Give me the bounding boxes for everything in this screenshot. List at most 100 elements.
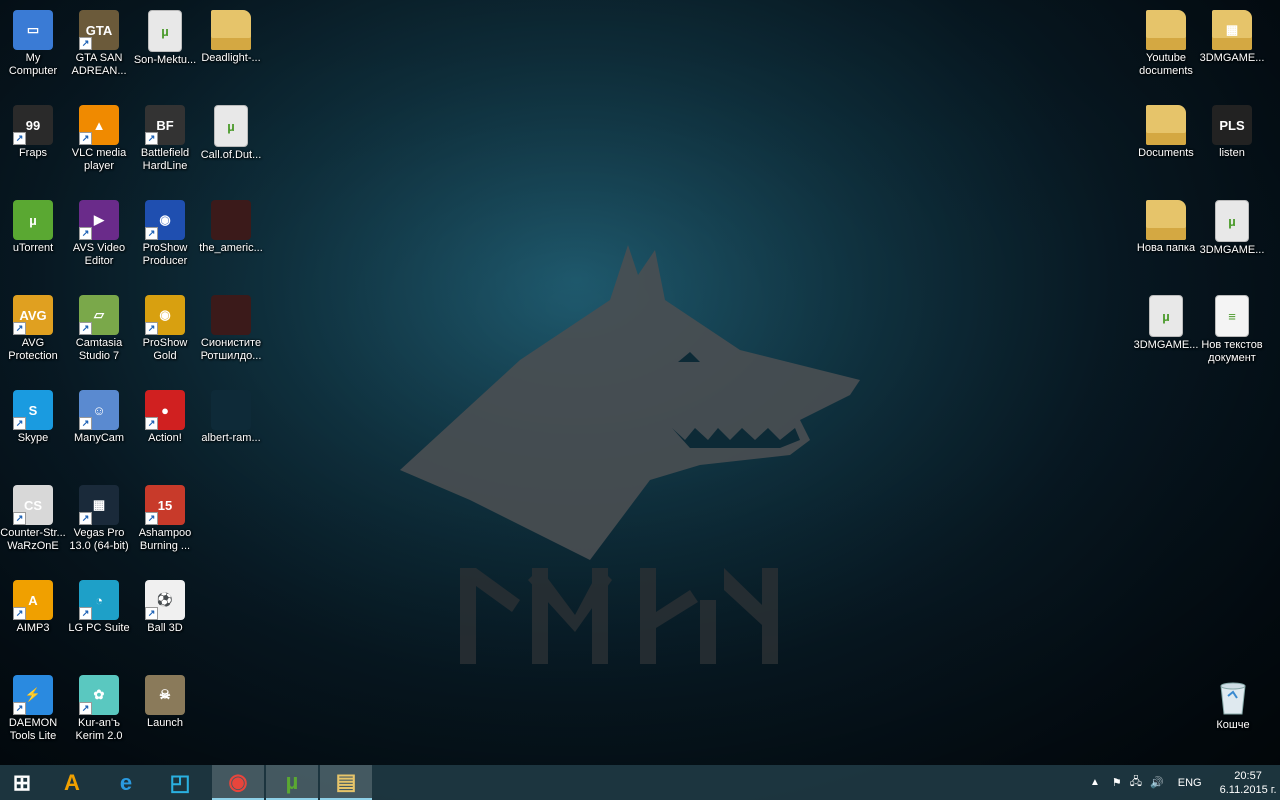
recycle-bin[interactable]: Кошче	[1200, 670, 1266, 762]
desktop-icon[interactable]: Youtube documents	[1133, 3, 1199, 95]
desktop-icon[interactable]: S ↗ Skype	[0, 383, 66, 475]
icon-glyph: GTA	[85, 22, 113, 38]
desktop-icon[interactable]: ⚡ ↗ DAEMON Tools Lite	[0, 668, 66, 760]
shortcut-arrow-icon: ↗	[13, 417, 26, 430]
shortcut-arrow-icon: ↗	[145, 512, 158, 525]
proshow-icon: ◉ ↗	[145, 200, 185, 240]
desktop-icon-label: My Computer	[8, 52, 58, 77]
chrome-icon[interactable]: ◉	[212, 765, 264, 800]
icon-glyph: ◉	[159, 307, 171, 322]
desktop-icon[interactable]: A ↗ AIMP3	[0, 573, 66, 665]
icon-glyph: µ	[29, 212, 37, 228]
desktop-icon[interactable]: ▱ ↗ Camtasia Studio 7	[66, 288, 132, 380]
icon-glyph: ⚽	[156, 592, 174, 607]
shortcut-arrow-icon: ↗	[79, 417, 92, 430]
desktop-icon-label: Ball 3D	[147, 622, 183, 634]
desktop-icon[interactable]: ▦ ↗ Vegas Pro 13.0 (64-bit)	[66, 478, 132, 570]
desktop-icon-label: listen	[1219, 147, 1245, 159]
folder-icon	[1146, 200, 1186, 240]
shortcut-arrow-icon: ↗	[13, 132, 26, 145]
icon-glyph: PLS	[1219, 117, 1245, 133]
aimp-icon: A ↗	[13, 580, 53, 620]
icon-glyph: ≡	[1228, 308, 1236, 324]
shortcut-arrow-icon: ↗	[145, 607, 158, 620]
desktop-icon-label: 3DMGAME...	[1199, 52, 1265, 64]
start-icon[interactable]: ⊞	[0, 765, 44, 800]
desktop-icon[interactable]: ▭ My Computer	[0, 3, 66, 95]
desktop-icon[interactable]: Нова папка	[1133, 193, 1199, 285]
icon-glyph: ▦	[1225, 22, 1239, 37]
desktop-icon[interactable]: µ Call.of.Dut...	[198, 98, 264, 190]
text-file-icon: ≡	[1215, 295, 1249, 337]
desktop-icon[interactable]: Documents	[1133, 98, 1199, 190]
torrent-file-icon: µ	[1149, 295, 1183, 337]
recycle-bin-icon	[1213, 677, 1253, 717]
icon-glyph: ◔	[95, 592, 103, 608]
icon-glyph: ▲	[92, 117, 106, 133]
taskbar-glyph: e	[119, 769, 133, 795]
utorrent-icon: µ	[13, 200, 53, 240]
desktop-icon[interactable]: 99 ↗ Fraps	[0, 98, 66, 190]
desktop-icon-label: Ashampoo Burning ...	[138, 527, 192, 552]
desktop-icon[interactable]: µ Son-Mektu...	[132, 3, 198, 95]
desktop-icon[interactable]: Deadlight-...	[198, 3, 264, 95]
desktop-icon[interactable]: ◔ ↗ LG PC Suite	[66, 573, 132, 665]
image-thumb-icon	[211, 295, 251, 335]
desktop-icon-label: Launch	[146, 717, 184, 729]
desktop-icon[interactable]: µ 3DMGAME...	[1133, 288, 1199, 380]
icon-glyph: µ	[161, 23, 169, 39]
aimp-taskbar-icon[interactable]: A	[46, 765, 98, 800]
image-thumb-icon	[211, 200, 251, 240]
desktop-icon[interactable]: ✿ ↗ Kur-an'ъ Kerim 2.0	[66, 668, 132, 760]
desktop-icon-label: Call.of.Dut...	[200, 149, 262, 161]
file-explorer-icon[interactable]: ▤	[320, 765, 372, 800]
desktop-icon[interactable]: albert-ram...	[198, 383, 264, 475]
desktop-icon[interactable]: ☺ ↗ ManyCam	[66, 383, 132, 475]
camtasia-icon: ▱ ↗	[79, 295, 119, 335]
desktop-icon[interactable]: GTA ↗ GTA SAN ADREAN...	[66, 3, 132, 95]
icon-glyph: ▭	[26, 22, 40, 37]
desktop-icon[interactable]: CS ↗ Counter-Str... WaRzOnE	[0, 478, 66, 570]
desktop-icon-label: Action!	[148, 432, 182, 444]
action-center-flag-icon[interactable]: ⚑	[1112, 776, 1122, 789]
desktop-icon-label: DAEMON Tools Lite	[8, 717, 58, 742]
icon-glyph: ▱	[94, 307, 104, 322]
desktop-icon[interactable]: ◉ ↗ ProShow Producer	[132, 193, 198, 285]
desktop-icon[interactable]: µ 3DMGAME...	[1199, 193, 1265, 285]
action-icon: ● ↗	[145, 390, 185, 430]
desktop-icon[interactable]: ▲ ↗ VLC media player	[66, 98, 132, 190]
network-icon[interactable]: 🖧	[1130, 773, 1142, 792]
desktop-icon[interactable]: ▶ ↗ AVS Video Editor	[66, 193, 132, 285]
desktop-icon[interactable]: 15 ↗ Ashampoo Burning ...	[132, 478, 198, 570]
desktop-icon-label: Fraps	[18, 147, 48, 159]
clock[interactable]: 20:57 6.11.2015 г.	[1220, 769, 1277, 797]
avg-icon: AVG ↗	[13, 295, 53, 335]
icon-glyph: ☠	[159, 687, 171, 702]
desktop-icon[interactable]: PLS listen	[1199, 98, 1265, 190]
desktop-icon[interactable]: ≡ Нов текстов документ	[1199, 288, 1265, 380]
desktop-icon-label: Kur-an'ъ Kerim 2.0	[75, 717, 123, 742]
icon-glyph: 99	[25, 117, 41, 133]
volume-icon[interactable]: 🔊	[1150, 776, 1164, 789]
desktop-icon[interactable]: ⚽ ↗ Ball 3D	[132, 573, 198, 665]
desktop-icon[interactable]: ☠ Launch	[132, 668, 198, 760]
vlc-icon: ▲ ↗	[79, 105, 119, 145]
internet-explorer-icon[interactable]: e	[100, 765, 152, 800]
folder-icon	[1146, 105, 1186, 145]
desktop-icon[interactable]: the_americ...	[198, 193, 264, 285]
desktop-icon[interactable]: ▦ 3DMGAME...	[1199, 3, 1265, 95]
desktop-icon[interactable]: BF ↗ Battlefield HardLine	[132, 98, 198, 190]
desktop-icon[interactable]: AVG ↗ AVG Protection	[0, 288, 66, 380]
desktop-icon[interactable]: Сионистите Ротшилдо...	[198, 288, 264, 380]
show-hidden-icons-icon[interactable]: ▲	[1090, 777, 1100, 788]
desktop-icon[interactable]: ◉ ↗ ProShow Gold	[132, 288, 198, 380]
desktop-window-icon[interactable]: ◰	[154, 765, 206, 800]
language-indicator[interactable]: ENG	[1178, 777, 1202, 789]
desktop-icon-label: LG PC Suite	[68, 622, 130, 634]
utorrent-taskbar-icon[interactable]: µ	[266, 765, 318, 800]
desktop-icon[interactable]: ● ↗ Action!	[132, 383, 198, 475]
taskbar-glyph: µ	[285, 768, 299, 794]
desktop-icon[interactable]: µ uTorrent	[0, 193, 66, 285]
desktop-icon-label: AIMP3	[16, 622, 50, 634]
desktop-icon-label: AVS Video Editor	[72, 242, 126, 267]
